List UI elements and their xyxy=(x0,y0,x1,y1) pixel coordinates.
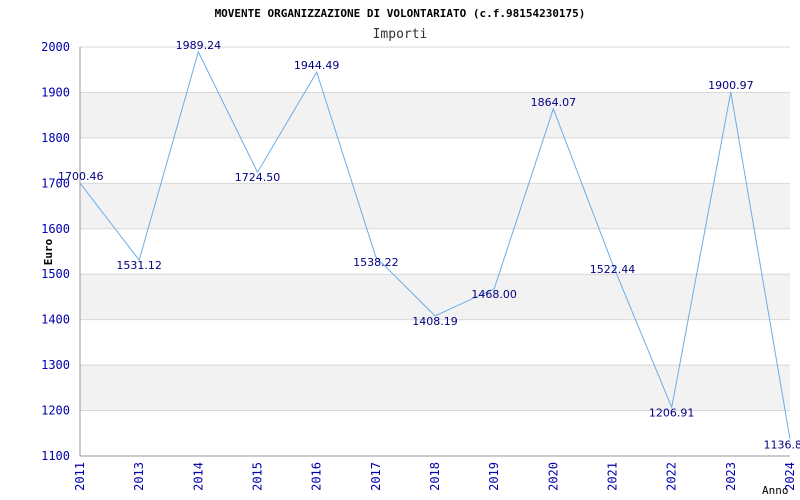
data-label: 1136.8 xyxy=(764,438,800,451)
data-label: 1944.49 xyxy=(294,59,340,72)
y-tick-label: 1600 xyxy=(41,222,70,236)
x-tick-labels: 2011 2013 2014 2015 2016 2017 2018 2019 2020 2021… xyxy=(73,462,797,491)
grid-band xyxy=(80,137,790,184)
data-label: 1522.44 xyxy=(590,263,636,276)
data-label: 1989.24 xyxy=(176,39,222,52)
grid-band xyxy=(80,365,790,411)
x-tick-label: 2016 xyxy=(310,462,324,491)
data-label: 1900.97 xyxy=(708,79,754,92)
x-tick-label: 2023 xyxy=(724,462,738,491)
x-tick-label: 2013 xyxy=(132,462,146,491)
data-label: 1206.91 xyxy=(649,406,695,419)
chart-subtitle: Importi xyxy=(373,27,428,42)
x-tick-label: 2017 xyxy=(369,462,383,491)
data-label: 1468.00 xyxy=(471,288,517,301)
data-label: 1538.22 xyxy=(353,256,399,269)
data-label: 1724.50 xyxy=(235,171,281,184)
grid-band xyxy=(80,47,790,93)
y-tick-label: 1800 xyxy=(41,131,70,145)
data-label: 1531.12 xyxy=(116,259,162,272)
chart-title: MOVENTE ORGANIZZAZIONE DI VOLONTARIATO (… xyxy=(215,7,586,20)
y-tick-label: 1100 xyxy=(41,449,70,463)
y-tick-label: 1200 xyxy=(41,404,70,418)
data-label: 1864.07 xyxy=(531,96,577,109)
y-tick-label: 1500 xyxy=(41,267,70,281)
x-tick-label: 2015 xyxy=(251,462,265,491)
data-label: 1408.19 xyxy=(412,315,458,328)
y-tick-label: 1900 xyxy=(41,85,70,99)
grid-band xyxy=(80,274,790,320)
grid-bands xyxy=(80,47,790,456)
grid-band xyxy=(80,228,790,275)
data-label: 1700.46 xyxy=(58,170,104,183)
grid-band xyxy=(80,92,790,138)
x-axis-label: Anno xyxy=(762,484,789,497)
x-tick-label: 2022 xyxy=(665,462,679,491)
x-tick-label: 2014 xyxy=(191,462,205,491)
x-tick-label: 2011 xyxy=(73,462,87,491)
line-chart: MOVENTE ORGANIZZAZIONE DI VOLONTARIATO (… xyxy=(41,7,800,497)
grid-band xyxy=(80,183,790,229)
x-tick-label: 2020 xyxy=(546,462,560,491)
y-tick-label: 2000 xyxy=(41,40,70,54)
y-axis-label: Euro xyxy=(42,238,55,265)
x-tick-label: 2019 xyxy=(487,462,501,491)
x-tick-label: 2021 xyxy=(606,462,620,491)
x-tick-label: 2018 xyxy=(428,462,442,491)
y-tick-label: 1400 xyxy=(41,313,70,327)
y-tick-label: 1300 xyxy=(41,358,70,372)
